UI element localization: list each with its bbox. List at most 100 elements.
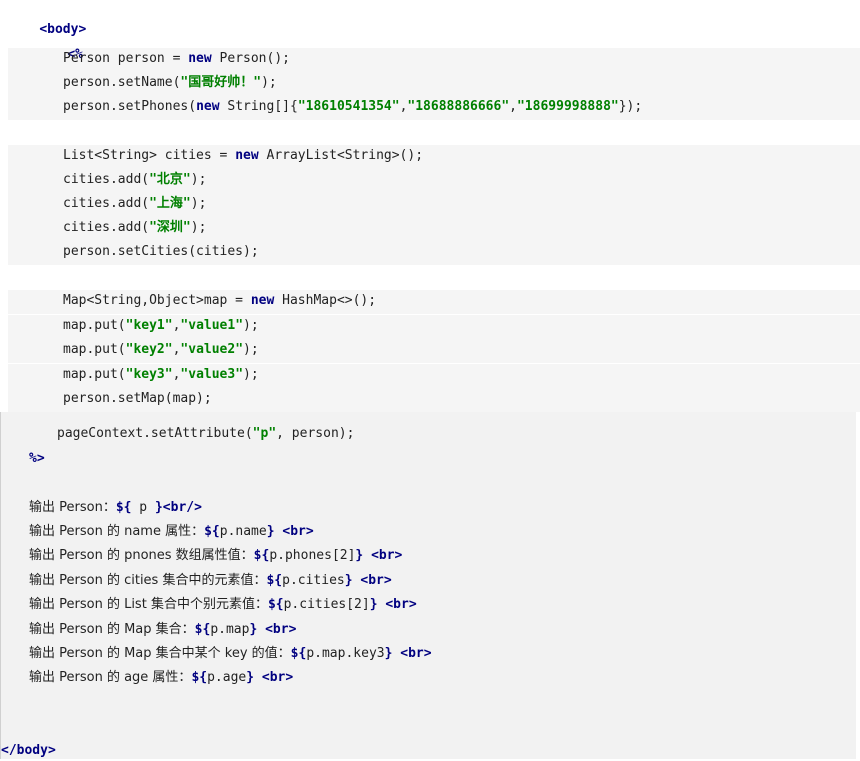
el-delimiter: ${ [267,597,284,612]
el-delimiter: } [246,670,255,685]
code-text: map.put( [63,342,126,357]
string-literal: "key2" [125,342,173,357]
string-literal: "key1" [125,318,173,333]
el-delimiter: } [369,597,378,612]
code-panel-bottom: pageContext.setAttribute("p", person); %… [0,412,856,759]
code-line: Person person = new Person(); [63,49,290,69]
code-line-scriptlet-close: %> [29,449,45,469]
code-text: ); [243,342,259,357]
string-literal: "value3" [180,367,244,382]
string-literal: "18688886666" [407,99,510,114]
code-line: cities.add("北京"); [63,170,206,190]
code-text: ); [190,220,207,235]
output-line: 输出 Person 的 List 集合中个别元素值：${p.cities[2]}… [29,595,417,615]
output-line: 输出 Person 的 Map 集合中某个 key 的值：${p.map.key… [29,644,432,664]
code-text: , person); [276,426,355,441]
el-delimiter: ${ [266,573,283,588]
output-label: 输出 Person： [29,500,116,515]
el-delimiter: } [154,500,163,515]
keyword: new [250,293,275,308]
code-line: cities.add("上海"); [63,194,206,214]
el-expression: p.map.key3 [306,646,385,661]
code-line: map.put("key3","value3"); [63,365,259,385]
code-text: person.setCities(cities); [63,244,259,259]
string-literal: "key3" [125,367,173,382]
string-literal: "p" [252,426,277,441]
code-text: cities.add( [63,172,150,187]
code-text: person.setName( [63,75,181,90]
el-delimiter: ${ [290,646,307,661]
string-literal: "上海" [149,196,191,211]
code-line-body-close: </body> [1,741,56,761]
br-tag: <br> [363,548,403,563]
el-expression: p.map [210,622,250,637]
code-text: Map<String,Object>map = [63,293,251,308]
keyword: new [188,51,212,66]
el-expression: p.cities[2] [283,597,370,612]
code-text: person.setMap(map); [63,391,212,406]
el-delimiter: ${ [191,670,208,685]
code-line: List<String> cities = new ArrayList<Stri… [63,146,423,166]
output-line: 输出 Person 的 name 属性：${p.name} <br> [29,522,314,542]
keyword: new [235,148,259,163]
output-label: 输出 Person 的 age 属性： [29,670,192,685]
br-tag: <br> [274,524,314,539]
output-line: 输出 Person：${ p }<br/> [29,498,202,518]
keyword: new [196,99,220,114]
br-tag: <br> [254,670,294,685]
string-literal: "18699998888" [516,99,619,114]
output-label: 输出 Person 的 cities 集合中的元素值： [29,573,267,588]
string-literal: "value2" [180,342,244,357]
el-delimiter: ${ [204,524,220,539]
code-text: String[]{ [219,99,298,114]
code-line: person.setName("国哥好帅！"); [63,73,277,93]
code-text: ArrayList<String>(); [258,148,424,163]
code-text: cities.add( [63,220,150,235]
string-literal: "深圳" [149,220,191,235]
code-text: map.put( [63,367,126,382]
el-delimiter: } [344,573,353,588]
code-text: List<String> cities = [63,148,236,163]
output-line: 输出 Person 的 Map 集合：${p.map} <br> [29,620,296,640]
code-text: pageContext.setAttribute( [57,426,253,441]
scriptlet-close-tag: %> [29,451,45,466]
code-line: person.setPhones(new String[]{"186105413… [63,97,642,117]
br-tag: <br> [377,597,417,612]
string-literal: "国哥好帅！" [180,75,262,90]
code-text: ); [243,367,259,382]
code-text: }); [618,99,643,114]
string-literal: "北京" [149,172,191,187]
output-label: 输出 Person 的 pnones 数组属性值： [29,548,254,563]
br-tag: <br/> [162,500,202,515]
code-text: Person person = [63,51,189,66]
br-tag: <br> [352,573,392,588]
el-delimiter: ${ [115,500,132,515]
code-text: HashMap<>(); [274,293,377,308]
el-delimiter: } [266,524,275,539]
code-panel-top: <body> <% Person person = new Person(); … [0,0,860,412]
code-text: Person(); [211,51,290,66]
el-expression: p.name [219,524,267,539]
code-line-body-open: <body> [8,0,86,37]
output-label: 输出 Person 的 Map 集合中某个 key 的值： [29,646,291,661]
code-line: map.put("key2","value2"); [63,340,259,360]
code-text: ); [243,318,259,333]
output-line: 输出 Person 的 pnones 数组属性值：${p.phones[2]} … [29,546,402,566]
string-literal: "value1" [180,318,244,333]
code-line: cities.add("深圳"); [63,218,206,238]
el-delimiter: ${ [253,548,270,563]
output-label: 输出 Person 的 Map 集合： [29,622,195,637]
code-text: map.put( [63,318,126,333]
code-line: pageContext.setAttribute("p", person); [57,424,354,444]
code-line-scriptlet-open: <% [36,25,83,62]
code-line: person.setMap(map); [63,389,212,409]
output-line: 输出 Person 的 cities 集合中的元素值：${p.cities} <… [29,571,392,591]
code-text: ); [190,172,207,187]
string-literal: "18610541354" [297,99,400,114]
br-tag: <br> [257,622,297,637]
output-label: 输出 Person 的 List 集合中个别元素值： [29,597,268,612]
el-expression: p.cities [282,573,345,588]
code-line: person.setCities(cities); [63,242,259,262]
output-label: 输出 Person 的 name 属性： [29,524,205,539]
body-close-tag: </body> [1,743,56,758]
